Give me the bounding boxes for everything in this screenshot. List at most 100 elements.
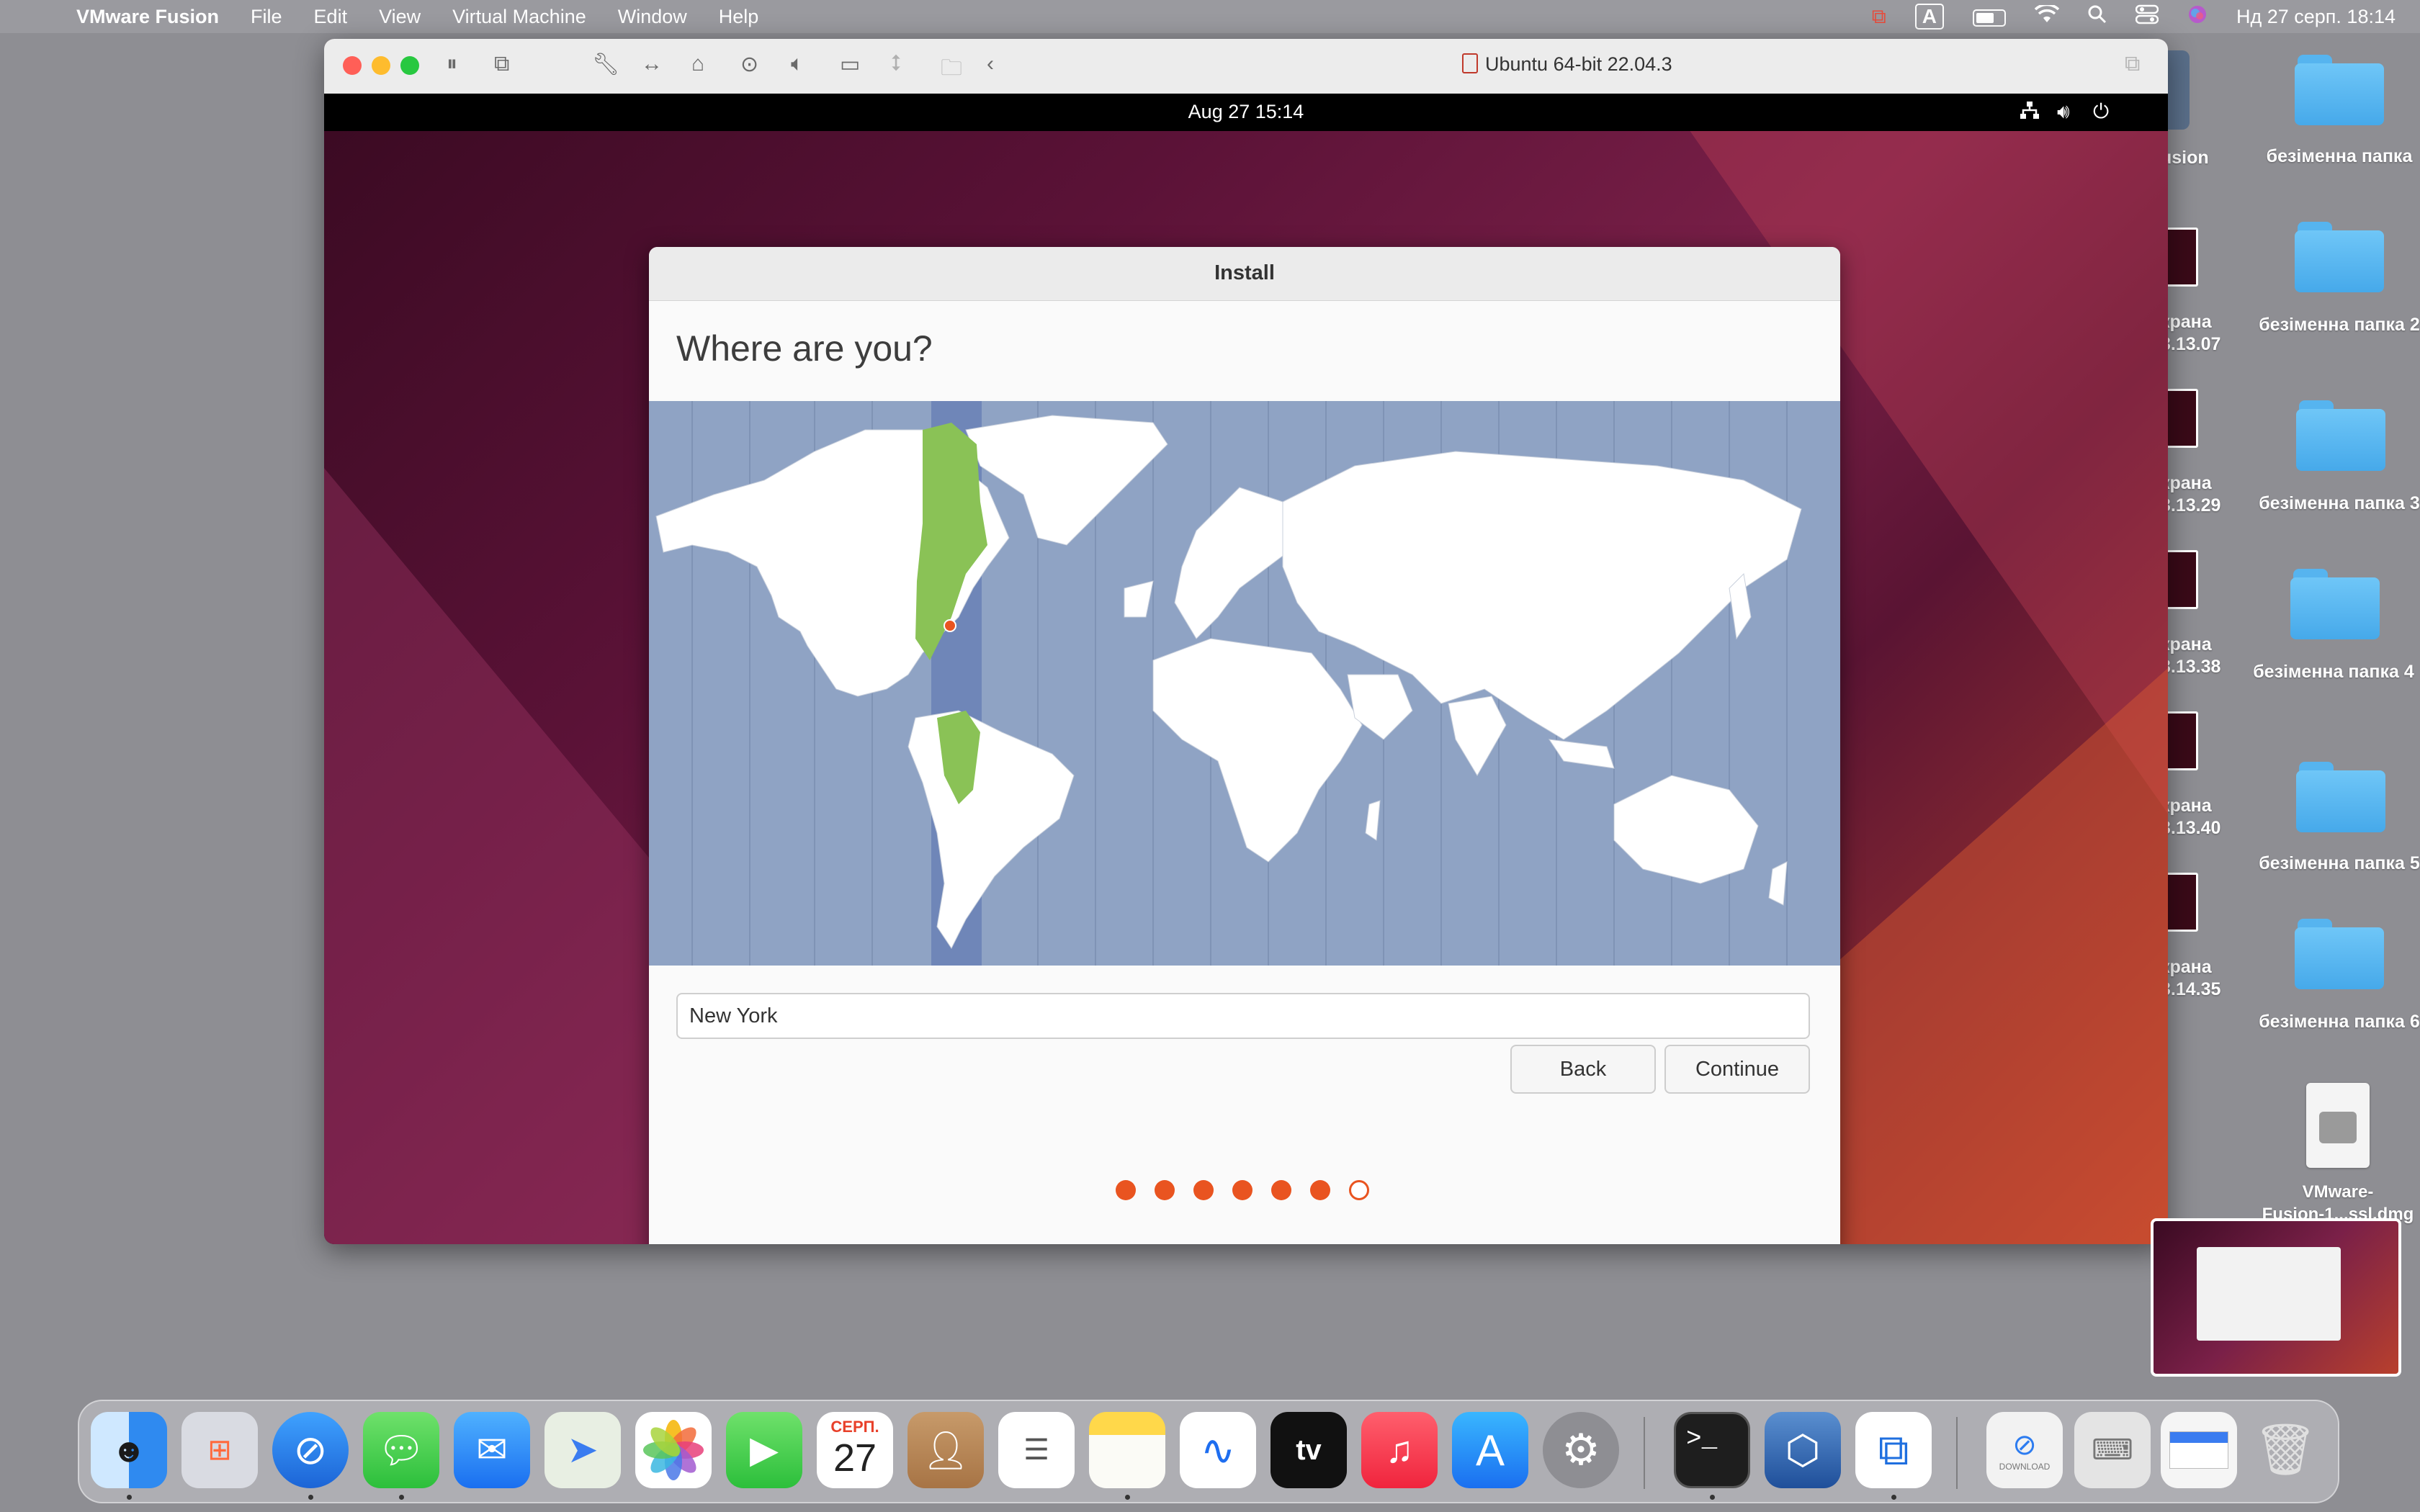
progress-dot-complete <box>1271 1180 1291 1200</box>
folder-label[interactable]: безіменна папка 3 <box>2253 492 2420 515</box>
continue-button[interactable]: Continue <box>1664 1045 1810 1094</box>
volume-icon[interactable]: 🔊︎ <box>2057 100 2070 124</box>
launchpad-icon[interactable]: ⊞ <box>182 1412 258 1488</box>
folder-icon[interactable] <box>2295 919 2384 989</box>
virtualbox-icon[interactable]: ⬡ <box>1765 1412 1841 1488</box>
power-icon[interactable]: ⏻ <box>2093 100 2109 124</box>
terminal-prompt: >_ <box>1686 1424 1718 1454</box>
back-button[interactable]: Back <box>1510 1045 1656 1094</box>
snapshot-icon[interactable]: ⧉ <box>494 52 509 76</box>
progress-dot-complete <box>1116 1180 1136 1200</box>
pause-icon[interactable]: ⏸ <box>447 52 457 76</box>
optical-drive-icon[interactable]: ⊙ <box>740 52 758 77</box>
apple-tv-icon[interactable]: tv <box>1270 1412 1347 1488</box>
disk-image-label-line1: VMware- <box>2302 1182 2374 1202</box>
menu-clock[interactable]: Нд 27 серп. 18:14 <box>2236 6 2396 28</box>
screenshot-icon[interactable] <box>2165 550 2198 609</box>
trash-icon[interactable]: 🗑︎ <box>2247 1412 2323 1488</box>
music-icon[interactable]: ♫ <box>1361 1412 1438 1488</box>
wifi-icon[interactable] <box>2034 3 2060 29</box>
shared-folder-icon[interactable]: 🗀︎ <box>941 52 962 89</box>
freeform-icon[interactable]: ∿ <box>1180 1412 1256 1488</box>
hard-disk-icon[interactable]: ⌂ <box>691 52 704 76</box>
screenshot-label[interactable]: крана 3.13.38 <box>2161 634 2220 678</box>
system-settings-gear-icon[interactable]: ⚙ <box>1543 1412 1619 1488</box>
city-marker-pin[interactable] <box>944 619 956 632</box>
close-window-button[interactable] <box>343 56 362 75</box>
menu-file[interactable]: File <box>251 6 282 28</box>
screenshot-label[interactable]: крана 3.13.07 <box>2161 311 2220 356</box>
menu-edit[interactable]: Edit <box>314 6 348 28</box>
gnome-clock[interactable]: Aug 27 15:14 <box>324 101 2168 123</box>
calendar-icon[interactable]: СЕРП. 27 <box>817 1412 893 1488</box>
folder-label[interactable]: безіменна папка <box>2253 145 2420 168</box>
screenshot-icon[interactable] <box>2165 228 2198 287</box>
installer-title: Install <box>1214 261 1275 284</box>
screenshot-label[interactable]: крана 3.13.40 <box>2161 795 2220 840</box>
app-store-icon[interactable]: A <box>1452 1412 1528 1488</box>
notes-icon[interactable] <box>1089 1412 1165 1488</box>
usb-icon[interactable]: ⭥ <box>890 52 902 76</box>
vmware-app-label[interactable]: usion <box>2161 147 2209 169</box>
timezone-search-input[interactable] <box>676 993 1810 1039</box>
screenshot-icon[interactable] <box>2165 389 2198 448</box>
screenshot-stack-icon[interactable]: ⌨ <box>2074 1412 2151 1488</box>
screenshot-label-line2: 3.13.38 <box>2161 657 2221 677</box>
menu-virtual-machine[interactable]: Virtual Machine <box>452 6 586 28</box>
screenshot-label-line1: крана <box>2161 634 2212 654</box>
input-source-icon[interactable]: A <box>1914 4 1944 30</box>
vmware-titlebar: ⏸ ⧉ 🔧︎ ↔ ⌂ ⊙ 🔈︎ ▭ ⭥ 🗀︎ ‹ Ubuntu 64-bit 2… <box>324 39 2168 94</box>
photos-icon[interactable] <box>635 1412 712 1488</box>
battery-icon[interactable] <box>1972 5 2006 28</box>
reminders-icon[interactable]: ☰ <box>998 1412 1075 1488</box>
sound-icon[interactable]: 🔈︎ <box>791 52 804 76</box>
settings-wrench-icon[interactable]: 🔧︎ <box>592 52 619 77</box>
progress-dot-complete <box>1232 1180 1252 1200</box>
menu-window[interactable]: Window <box>618 6 687 28</box>
screenshot-label[interactable]: крана 3.13.29 <box>2161 472 2220 517</box>
screenshot-icon[interactable] <box>2165 711 2198 770</box>
maps-icon[interactable]: ➤ <box>544 1412 621 1488</box>
finder-icon[interactable]: ☻ <box>91 1412 167 1488</box>
siri-icon[interactable] <box>2187 4 2208 30</box>
safari-icon[interactable]: ⊘ <box>272 1412 349 1488</box>
menu-view[interactable]: View <box>379 6 421 28</box>
terminal-icon[interactable]: >_ <box>1674 1412 1750 1488</box>
zoom-window-button[interactable] <box>400 56 419 75</box>
calendar-day: 27 <box>833 1436 877 1480</box>
timezone-map[interactable] <box>649 401 1840 966</box>
screenshot-preview-thumbnail[interactable] <box>2151 1218 2401 1377</box>
folder-label[interactable]: безіменна папка 6 <box>2253 1011 2420 1033</box>
network-icon[interactable] <box>2020 100 2040 125</box>
folder-icon[interactable] <box>2295 222 2384 292</box>
camera-icon[interactable]: ▭ <box>840 52 860 77</box>
running-indicator <box>1891 1495 1896 1500</box>
folder-icon[interactable] <box>2296 400 2385 471</box>
messages-icon[interactable]: 💬︎ <box>363 1412 439 1488</box>
vmware-fusion-icon[interactable]: ⧉ <box>1855 1412 1932 1488</box>
screenshot-icon[interactable] <box>2165 873 2198 932</box>
downloads-stack-icon[interactable]: ⊘ DOWNLOAD <box>1986 1412 2063 1488</box>
chevron-left-icon[interactable]: ‹ <box>987 52 994 76</box>
facetime-icon[interactable]: ▶ <box>726 1412 802 1488</box>
menu-help[interactable]: Help <box>719 6 759 28</box>
control-center-icon[interactable] <box>2135 4 2159 30</box>
world-map-svg <box>655 401 1802 966</box>
folder-label[interactable]: безіменна папка 2 <box>2253 314 2420 336</box>
folder-icon[interactable] <box>2295 55 2384 125</box>
minimize-window-button[interactable] <box>372 56 390 75</box>
folder-icon[interactable] <box>2290 569 2380 639</box>
folder-label[interactable]: безіменна папка 5 <box>2253 852 2420 875</box>
mail-icon[interactable]: ✉ <box>454 1412 530 1488</box>
screen-mirroring-icon[interactable]: ⧉ <box>1872 5 1886 29</box>
folder-label[interactable]: безіменна папка 4 <box>2247 661 2420 683</box>
spotlight-search-icon[interactable] <box>2088 5 2107 29</box>
menu-app-name[interactable]: VMware Fusion <box>76 6 219 28</box>
resize-arrows-icon[interactable]: ↔ <box>641 52 663 76</box>
disk-image-icon[interactable] <box>2306 1083 2370 1168</box>
documents-stack-icon[interactable] <box>2161 1412 2237 1488</box>
contacts-icon[interactable]: 👤︎ <box>908 1412 984 1488</box>
screenshot-label[interactable]: крана 3.14.35 <box>2161 956 2220 1001</box>
folder-icon[interactable] <box>2296 762 2385 832</box>
fullscreen-icon[interactable]: ⧉ <box>2125 52 2140 76</box>
